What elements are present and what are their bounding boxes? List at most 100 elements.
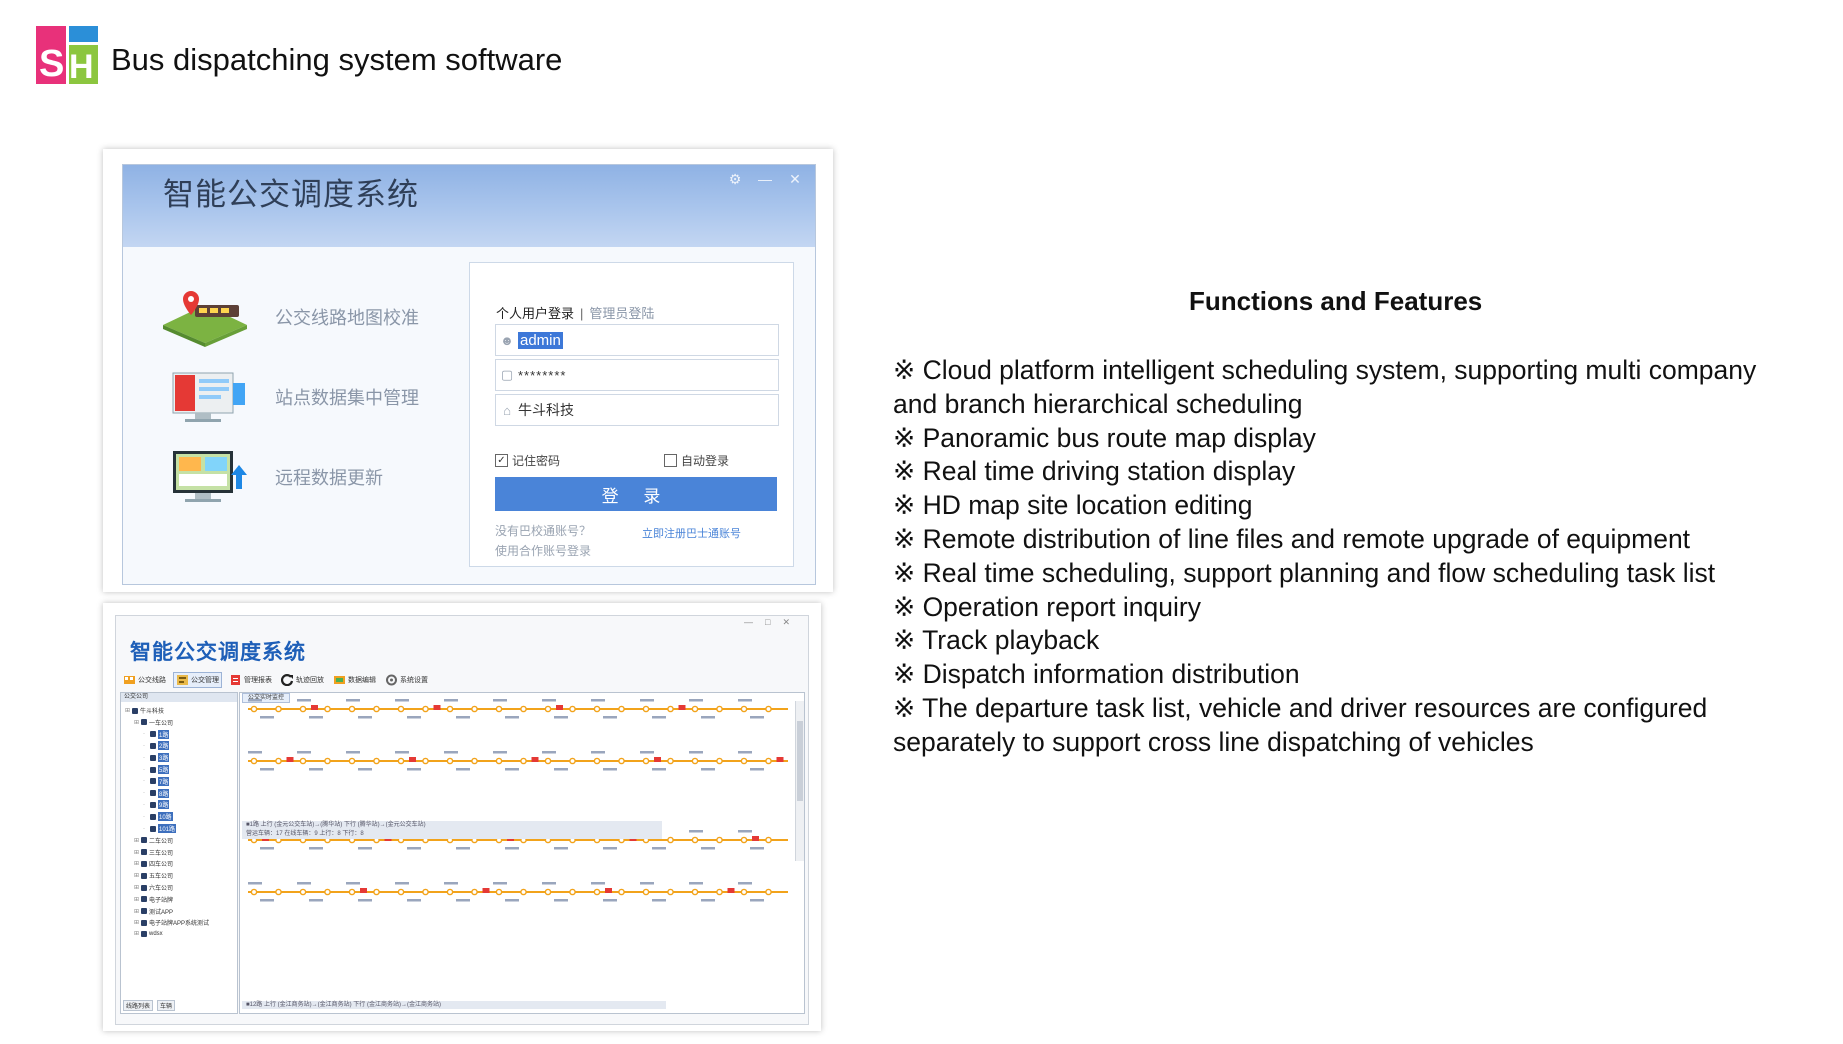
station-marker[interactable] xyxy=(765,705,772,713)
tab-personal-login[interactable]: 个人用户登录 xyxy=(496,306,574,321)
station-marker[interactable] xyxy=(765,836,772,844)
station-marker[interactable] xyxy=(422,757,429,765)
checkbox-empty-icon[interactable] xyxy=(664,454,677,467)
station-marker[interactable] xyxy=(667,888,674,896)
station-marker[interactable] xyxy=(275,888,282,896)
station-marker[interactable] xyxy=(446,757,454,765)
tree-node[interactable]: ⊞ 电子站牌APP系统测试 xyxy=(134,918,209,927)
tree-node[interactable]: · 9路 xyxy=(143,800,170,810)
station-marker[interactable] xyxy=(446,705,454,713)
station-marker[interactable] xyxy=(765,888,772,896)
expand-icon[interactable]: ⊞ xyxy=(134,849,139,856)
bus-marker[interactable] xyxy=(654,757,661,762)
station-marker[interactable] xyxy=(642,757,650,765)
expand-icon[interactable]: · xyxy=(143,755,148,761)
toolbar-data-edit[interactable]: 数据编辑 xyxy=(331,673,378,687)
expand-icon[interactable]: ⊞ xyxy=(134,919,139,926)
password-value[interactable]: ******** xyxy=(518,368,566,383)
tree-node[interactable]: · 1路 xyxy=(143,729,170,739)
bus-marker[interactable] xyxy=(678,705,686,710)
tree-node[interactable]: · 10路 xyxy=(143,812,173,822)
station-marker[interactable] xyxy=(471,888,478,896)
station-marker[interactable] xyxy=(373,757,380,765)
station-marker[interactable] xyxy=(765,757,772,765)
station-marker[interactable] xyxy=(593,757,601,765)
checkbox-checked-icon[interactable]: ✓ xyxy=(495,454,508,467)
expand-icon[interactable]: ⊞ xyxy=(134,896,139,903)
station-marker[interactable] xyxy=(495,888,503,896)
expand-icon[interactable]: ⊞ xyxy=(134,860,139,867)
expand-icon[interactable]: ⊞ xyxy=(134,719,139,726)
station-marker[interactable] xyxy=(446,888,454,896)
bus-marker[interactable] xyxy=(286,757,294,762)
station-marker[interactable] xyxy=(740,757,748,765)
station-marker[interactable] xyxy=(348,757,356,765)
bus-marker[interactable] xyxy=(409,757,416,762)
tree-node[interactable]: ⊞ 一车公司 xyxy=(134,718,173,727)
bus-marker[interactable] xyxy=(556,705,563,710)
toolbar-bus-lines[interactable]: 公交线路 xyxy=(121,673,168,687)
bus-marker[interactable] xyxy=(433,705,441,710)
station-marker[interactable] xyxy=(397,888,405,896)
tree-node[interactable]: · 7路 xyxy=(143,776,170,786)
station-marker[interactable] xyxy=(740,836,748,844)
expand-icon[interactable]: · xyxy=(143,778,148,784)
expand-icon[interactable]: · xyxy=(143,731,148,737)
partner-login-link[interactable]: 使用合作账号登录 xyxy=(495,542,591,559)
station-marker[interactable] xyxy=(691,757,699,765)
station-marker[interactable] xyxy=(471,757,478,765)
station-marker[interactable] xyxy=(397,705,405,713)
station-marker[interactable] xyxy=(299,888,307,896)
station-marker[interactable] xyxy=(716,836,723,844)
settings-icon[interactable]: ⚙ xyxy=(727,171,743,188)
station-marker[interactable] xyxy=(422,888,429,896)
tab-vehicles[interactable]: 车辆 xyxy=(157,1000,176,1011)
station-marker[interactable] xyxy=(716,757,723,765)
company-value[interactable]: 牛斗科技 xyxy=(518,400,574,420)
station-marker[interactable] xyxy=(495,705,503,713)
station-marker[interactable] xyxy=(250,705,258,713)
station-marker[interactable] xyxy=(593,705,601,713)
auto-login-checkbox[interactable]: 自动登录 xyxy=(664,452,729,469)
bus-marker[interactable] xyxy=(605,888,612,893)
station-marker[interactable] xyxy=(520,888,527,896)
expand-icon[interactable]: ⊞ xyxy=(134,930,139,937)
register-link[interactable]: 立即注册巴士通账号 xyxy=(642,525,741,541)
tree-node[interactable]: ⊞ 电子站牌 xyxy=(134,895,173,904)
expand-icon[interactable]: ⊞ xyxy=(134,884,139,891)
vertical-scrollbar[interactable] xyxy=(795,701,804,861)
station-marker[interactable] xyxy=(642,888,650,896)
station-marker[interactable] xyxy=(275,757,282,765)
station-marker[interactable] xyxy=(618,888,625,896)
maximize-icon[interactable]: □ xyxy=(765,617,782,627)
tab-admin-login[interactable]: 管理员登陆 xyxy=(589,306,654,321)
close-icon[interactable]: ✕ xyxy=(782,617,802,627)
station-marker[interactable] xyxy=(324,888,331,896)
station-marker[interactable] xyxy=(275,705,282,713)
tree-node[interactable]: · 3路 xyxy=(143,753,170,763)
username-value[interactable]: admin xyxy=(518,331,563,349)
close-icon[interactable]: ✕ xyxy=(787,171,803,188)
login-button[interactable]: 登 录 xyxy=(495,477,777,511)
station-marker[interactable] xyxy=(716,705,723,713)
station-marker[interactable] xyxy=(667,705,674,713)
minimize-icon[interactable]: — xyxy=(757,171,773,188)
tree-node[interactable]: ⊞ 四车公司 xyxy=(134,859,173,868)
station-marker[interactable] xyxy=(716,888,723,896)
company-field[interactable]: ⌂ 牛斗科技 xyxy=(495,394,779,426)
toolbar-bus-management[interactable]: 公交管理 xyxy=(173,672,222,688)
tree-node[interactable]: ⊞ 六车公司 xyxy=(134,883,173,892)
station-marker[interactable] xyxy=(667,836,674,844)
station-marker[interactable] xyxy=(471,705,478,713)
station-marker[interactable] xyxy=(569,705,576,713)
station-marker[interactable] xyxy=(544,757,552,765)
bus-marker[interactable] xyxy=(752,836,759,841)
tree-node[interactable]: · 101路 xyxy=(143,824,177,833)
tree-node[interactable]: · 5路 xyxy=(143,765,170,774)
bus-marker[interactable] xyxy=(727,888,735,893)
station-marker[interactable] xyxy=(569,888,576,896)
remember-password-checkbox[interactable]: ✓ 记住密码 xyxy=(495,452,560,469)
station-marker[interactable] xyxy=(691,888,699,896)
station-marker[interactable] xyxy=(544,705,552,713)
station-marker[interactable] xyxy=(348,705,356,713)
